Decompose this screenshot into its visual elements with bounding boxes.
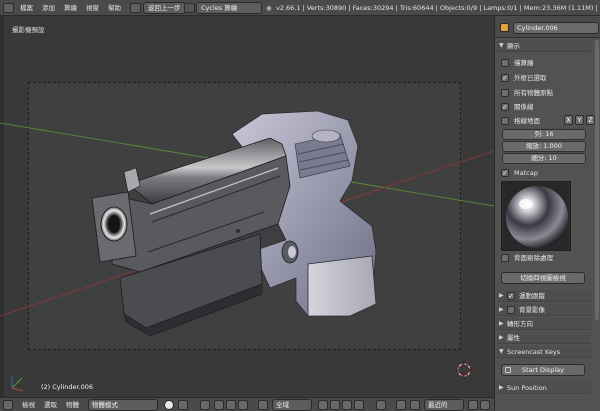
render-engine-dropdown[interactable]: Cycles 算繪 xyxy=(196,2,262,14)
layout-icon[interactable] xyxy=(130,3,141,13)
grid-lines-field[interactable]: 列: 16 xyxy=(502,129,586,140)
revolver-grip xyxy=(307,255,377,317)
matcap-checkbox[interactable]: ✓ xyxy=(501,169,509,177)
grid-subdivisions-field[interactable]: 細分: 10 xyxy=(502,153,586,164)
proportional-edit-icon[interactable] xyxy=(376,400,386,410)
mode-dropdown[interactable]: 物體模式 xyxy=(88,399,158,411)
back-button[interactable]: 返回上一步 xyxy=(143,2,186,14)
snap-icon[interactable] xyxy=(396,400,406,410)
matcap-sphere-icon xyxy=(506,186,568,248)
menu-help[interactable]: 幫助 xyxy=(108,3,121,13)
menu-file[interactable]: 檔案 xyxy=(20,3,33,13)
properties-header[interactable]: ▶ 屬性 xyxy=(497,332,591,344)
menu-add[interactable]: 添加 xyxy=(42,3,55,13)
render-preview-icon[interactable] xyxy=(468,400,478,410)
all-object-origins-checkbox[interactable] xyxy=(501,89,509,97)
motion-tracking-header[interactable]: ▶ ✓ 運動跟蹤 xyxy=(497,290,591,302)
collapse-triangle-icon: ▶ xyxy=(499,334,504,341)
axis-y-toggle[interactable]: Y xyxy=(575,115,584,125)
rotate-icon[interactable] xyxy=(226,400,236,410)
manipulator-toggle-icon[interactable] xyxy=(200,400,210,410)
menu-window[interactable]: 視窗 xyxy=(86,3,99,13)
translate-icon[interactable] xyxy=(214,400,224,410)
object-name-field[interactable]: Cylinder.006 xyxy=(513,22,599,34)
layer-1-icon[interactable] xyxy=(318,400,328,410)
display-icon xyxy=(505,367,511,373)
active-object-label: (2) Cylinder.006 xyxy=(41,383,94,391)
layer-2-icon[interactable] xyxy=(330,400,340,410)
scale-icon[interactable] xyxy=(238,400,248,410)
background-images-checkbox[interactable] xyxy=(507,306,515,314)
sun-position-header[interactable]: ▶ Sun Position xyxy=(497,382,591,394)
snap-element-icon[interactable] xyxy=(410,400,420,410)
snap-target-dropdown[interactable]: 最近的 xyxy=(424,399,464,411)
collapse-triangle-icon: ▶ xyxy=(499,306,504,313)
screencast-keys-header[interactable]: ▼ Screencast Keys xyxy=(497,346,591,358)
relationship-lines-checkbox[interactable]: ✓ xyxy=(501,103,509,111)
menu-select[interactable]: 選取 xyxy=(44,400,57,410)
expand-triangle-icon: ▼ xyxy=(499,42,504,49)
panel-scrollbar[interactable] xyxy=(595,40,599,320)
axis-x-toggle[interactable]: X xyxy=(564,115,573,125)
axis-gizmo-icon xyxy=(11,376,24,392)
menu-view[interactable]: 檢視 xyxy=(22,400,35,410)
3d-cursor-icon xyxy=(455,361,473,379)
transform-orientation-dropdown[interactable]: 全域 xyxy=(272,399,312,411)
scene-icon[interactable] xyxy=(184,3,195,13)
menu-object[interactable]: 物體 xyxy=(66,400,79,410)
collapse-triangle-icon: ▶ xyxy=(499,320,504,327)
layer-3-icon[interactable] xyxy=(342,400,352,410)
collapse-triangle-icon: ▶ xyxy=(499,384,504,391)
pivot-point-icon[interactable] xyxy=(178,400,188,410)
motion-tracking-checkbox[interactable]: ✓ xyxy=(507,292,515,300)
toggle-quad-view-button[interactable]: 切換四視圖檢視 xyxy=(501,272,585,284)
editor-type-icon[interactable] xyxy=(3,400,13,410)
start-display-button[interactable]: Start Display xyxy=(501,364,585,376)
render-animation-icon[interactable] xyxy=(480,400,490,410)
display-section-header[interactable]: ▼ 顯示 xyxy=(497,40,591,52)
grid-floor-checkbox[interactable] xyxy=(501,117,509,125)
viewport-scene xyxy=(0,110,494,392)
expand-triangle-icon: ▼ xyxy=(499,348,504,355)
collapse-triangle-icon: ▶ xyxy=(499,292,504,299)
orientation-icon[interactable] xyxy=(258,400,268,410)
outline-selected-checkbox[interactable]: ✓ xyxy=(501,74,509,82)
viewport-header: 檢視 選取 物體 物體模式 全域 最近的 xyxy=(0,397,494,411)
menu-render[interactable]: 算繪 xyxy=(64,3,77,13)
editor-type-icon[interactable] xyxy=(3,3,14,13)
scene-stats: v2.66.1 | Verts:30890 | Faces:30294 | Tr… xyxy=(276,4,598,12)
background-images-header[interactable]: ▶ 背景影像 xyxy=(497,304,591,316)
panel-header: Cylinder.006 xyxy=(495,16,600,38)
axis-z-toggle[interactable]: Z xyxy=(586,115,595,125)
backface-culling-checkbox[interactable] xyxy=(501,254,509,262)
only-render-checkbox[interactable] xyxy=(501,59,509,67)
info-header: 檔案 添加 算繪 視窗 幫助 返回上一步 Cycles 算繪 ◉ v2.66.1… xyxy=(0,0,600,16)
viewport-shading-icon[interactable] xyxy=(164,400,174,410)
object-icon xyxy=(500,23,509,32)
blender-logo-icon: ◉ xyxy=(266,4,272,12)
matcap-preview[interactable] xyxy=(501,181,571,251)
properties-panel[interactable]: Cylinder.006 ▼ 顯示 僅算繪 ✓ 外框已選取 所有物體原點 ✓ 關… xyxy=(494,16,600,411)
layer-4-icon[interactable] xyxy=(354,400,364,410)
3d-viewport[interactable]: 攝影機預設 (2) Cylinder.006 xyxy=(0,16,494,397)
grid-scale-field[interactable]: 縮放: 1.000 xyxy=(502,141,586,152)
transform-orientation-header[interactable]: ▶ 轉形方向 xyxy=(497,318,591,330)
